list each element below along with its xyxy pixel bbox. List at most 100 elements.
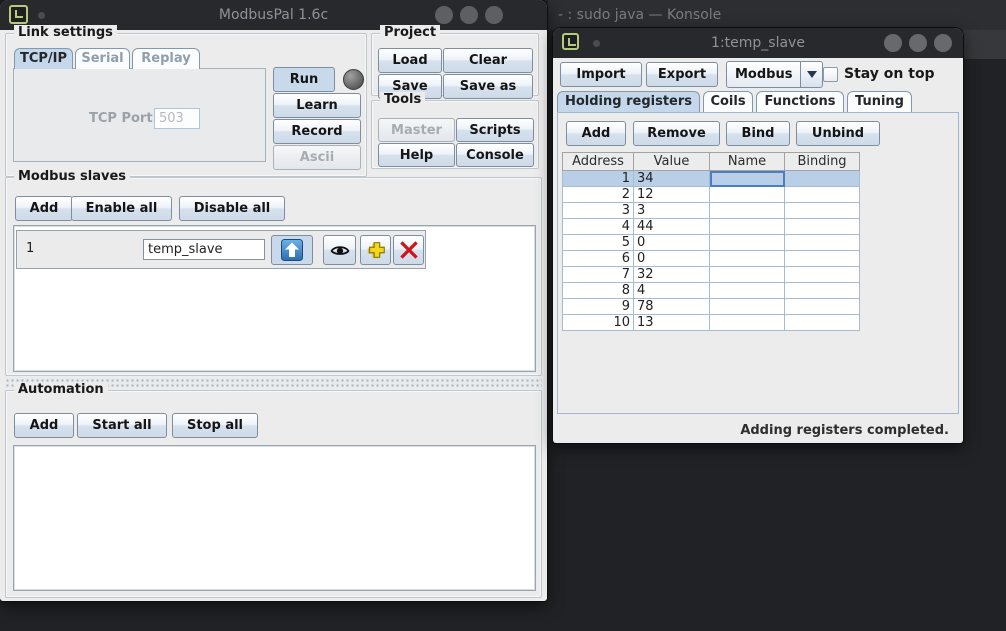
table-cell-address[interactable]: 10 bbox=[563, 315, 634, 331]
table-cell-address[interactable]: 3 bbox=[563, 203, 634, 219]
record-button[interactable]: Record bbox=[273, 119, 361, 144]
table-row[interactable]: 60 bbox=[563, 251, 860, 267]
tab-serial[interactable]: Serial bbox=[75, 48, 130, 69]
slave-name-input[interactable] bbox=[143, 239, 265, 260]
slave-enabled-toggle[interactable] bbox=[271, 235, 313, 265]
learn-button[interactable]: Learn bbox=[273, 93, 361, 118]
console-button[interactable]: Console bbox=[456, 143, 534, 167]
clear-button[interactable]: Clear bbox=[443, 48, 533, 73]
table-cell-name[interactable] bbox=[710, 187, 785, 203]
register-add-button[interactable]: Add bbox=[566, 121, 626, 146]
table-row[interactable]: 134 bbox=[563, 171, 860, 187]
table-cell-address[interactable]: 2 bbox=[563, 187, 634, 203]
load-button[interactable]: Load bbox=[378, 48, 442, 73]
export-button[interactable]: Export bbox=[646, 62, 718, 87]
column-header-value[interactable]: Value bbox=[634, 153, 710, 171]
table-cell-name[interactable] bbox=[710, 203, 785, 219]
table-cell-name[interactable] bbox=[710, 235, 785, 251]
table-cell-name[interactable] bbox=[710, 251, 785, 267]
table-cell-name[interactable] bbox=[710, 315, 785, 331]
help-button[interactable]: Help bbox=[378, 143, 455, 167]
tab-tcpip[interactable]: TCP/IP bbox=[14, 48, 73, 69]
table-cell-binding[interactable] bbox=[785, 219, 860, 235]
stay-on-top-checkbox[interactable] bbox=[823, 67, 838, 82]
import-button[interactable]: Import bbox=[560, 62, 642, 87]
table-cell-value[interactable]: 3 bbox=[634, 203, 710, 219]
window-minimize-button[interactable] bbox=[884, 34, 902, 52]
table-cell-binding[interactable] bbox=[785, 299, 860, 315]
disable-all-button[interactable]: Disable all bbox=[179, 196, 285, 221]
window-maximize-button[interactable] bbox=[909, 34, 927, 52]
table-cell-binding[interactable] bbox=[785, 171, 860, 187]
table-cell-address[interactable]: 7 bbox=[563, 267, 634, 283]
slave-row[interactable]: 1 bbox=[16, 230, 426, 269]
run-button[interactable]: Run bbox=[273, 67, 335, 92]
combobox-arrow-button[interactable] bbox=[801, 61, 823, 88]
slave-duplicate-button[interactable] bbox=[360, 235, 391, 265]
table-row[interactable]: 33 bbox=[563, 203, 860, 219]
slave-add-button[interactable]: Add bbox=[15, 196, 73, 221]
register-unbind-button[interactable]: Unbind bbox=[796, 121, 880, 146]
table-cell-binding[interactable] bbox=[785, 203, 860, 219]
table-cell-value[interactable]: 0 bbox=[634, 235, 710, 251]
table-row[interactable]: 212 bbox=[563, 187, 860, 203]
table-cell-name[interactable] bbox=[710, 283, 785, 299]
tab-holding-registers[interactable]: Holding registers bbox=[557, 91, 700, 112]
table-cell-binding[interactable] bbox=[785, 187, 860, 203]
table-cell-value[interactable]: 0 bbox=[634, 251, 710, 267]
window-titlebar[interactable]: 1:temp_slave bbox=[553, 28, 963, 58]
table-cell-name[interactable] bbox=[710, 171, 785, 187]
table-cell-value[interactable]: 78 bbox=[634, 299, 710, 315]
window-close-button[interactable] bbox=[934, 34, 952, 52]
table-row[interactable]: 1013 bbox=[563, 315, 860, 331]
table-cell-address[interactable]: 5 bbox=[563, 235, 634, 251]
register-remove-button[interactable]: Remove bbox=[633, 121, 720, 146]
tab-tuning[interactable]: Tuning bbox=[847, 91, 912, 112]
table-row[interactable]: 978 bbox=[563, 299, 860, 315]
table-cell-value[interactable]: 12 bbox=[634, 187, 710, 203]
table-row[interactable]: 84 bbox=[563, 283, 860, 299]
protocol-combobox[interactable]: Modbus bbox=[726, 61, 823, 88]
register-bind-button[interactable]: Bind bbox=[726, 121, 790, 146]
column-header-binding[interactable]: Binding bbox=[785, 153, 860, 171]
save-as-button[interactable]: Save as bbox=[443, 74, 533, 99]
window-minimize-button[interactable] bbox=[435, 6, 453, 24]
table-cell-name[interactable] bbox=[710, 267, 785, 283]
start-all-button[interactable]: Start all bbox=[77, 413, 167, 438]
table-cell-address[interactable]: 9 bbox=[563, 299, 634, 315]
tcp-port-input[interactable] bbox=[154, 108, 200, 129]
table-cell-binding[interactable] bbox=[785, 315, 860, 331]
table-cell-name[interactable] bbox=[710, 219, 785, 235]
scripts-button[interactable]: Scripts bbox=[456, 118, 534, 142]
slave-view-button[interactable] bbox=[323, 235, 356, 265]
table-cell-address[interactable]: 1 bbox=[563, 171, 634, 187]
table-cell-address[interactable]: 4 bbox=[563, 219, 634, 235]
table-row[interactable]: 444 bbox=[563, 219, 860, 235]
table-cell-value[interactable]: 44 bbox=[634, 219, 710, 235]
automation-add-button[interactable]: Add bbox=[14, 413, 74, 438]
table-cell-address[interactable]: 8 bbox=[563, 283, 634, 299]
column-header-address[interactable]: Address bbox=[563, 153, 634, 171]
table-cell-binding[interactable] bbox=[785, 251, 860, 267]
tab-replay[interactable]: Replay bbox=[132, 48, 200, 69]
table-cell-value[interactable]: 4 bbox=[634, 283, 710, 299]
table-cell-binding[interactable] bbox=[785, 235, 860, 251]
window-maximize-button[interactable] bbox=[460, 6, 478, 24]
tab-coils[interactable]: Coils bbox=[703, 91, 753, 112]
table-cell-value[interactable]: 13 bbox=[634, 315, 710, 331]
table-cell-value[interactable]: 34 bbox=[634, 171, 710, 187]
table-row[interactable]: 50 bbox=[563, 235, 860, 251]
stop-all-button[interactable]: Stop all bbox=[172, 413, 258, 438]
table-row[interactable]: 732 bbox=[563, 267, 860, 283]
table-cell-binding[interactable] bbox=[785, 267, 860, 283]
window-controls bbox=[435, 6, 503, 24]
table-cell-name[interactable] bbox=[710, 299, 785, 315]
column-header-name[interactable]: Name bbox=[710, 153, 785, 171]
tab-functions[interactable]: Functions bbox=[756, 91, 844, 112]
enable-all-button[interactable]: Enable all bbox=[71, 196, 172, 221]
window-close-button[interactable] bbox=[485, 6, 503, 24]
slave-delete-button[interactable] bbox=[393, 235, 424, 265]
table-cell-binding[interactable] bbox=[785, 283, 860, 299]
table-cell-address[interactable]: 6 bbox=[563, 251, 634, 267]
table-cell-value[interactable]: 32 bbox=[634, 267, 710, 283]
